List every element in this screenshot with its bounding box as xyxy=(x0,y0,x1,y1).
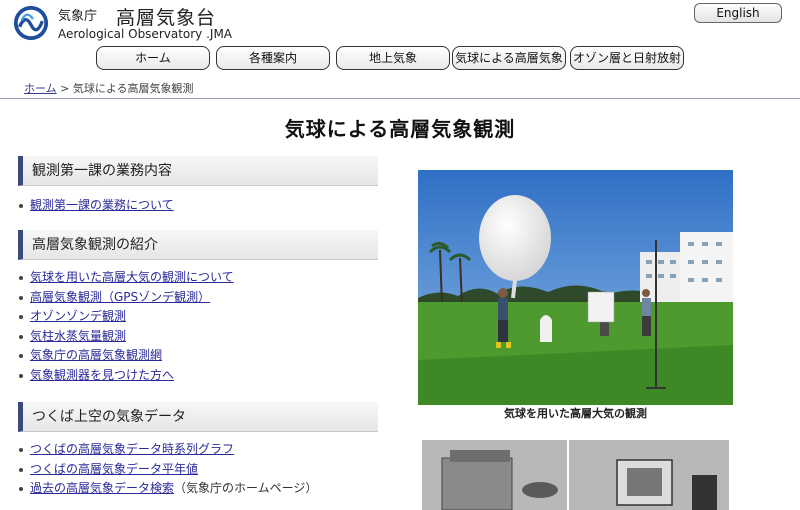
link-ozonesonde[interactable]: オゾンゾンデ観測 xyxy=(30,309,126,323)
list-item: 気柱水蒸気量観測 xyxy=(18,327,234,347)
site-title[interactable]: 高層気象台 xyxy=(116,3,216,30)
breadcrumb: ホーム > 気球による高層気象観測 xyxy=(24,80,194,96)
list-item: つくばの高層気象データ時系列グラフ xyxy=(18,440,317,460)
link-observation-network[interactable]: 気象庁の高層気象観測網 xyxy=(30,348,162,362)
link-timeseries-graph[interactable]: つくばの高層気象データ時系列グラフ xyxy=(30,442,234,456)
site-subtitle: Aerological Observatory .JMA xyxy=(58,27,233,41)
link-past-data-search[interactable]: 過去の高層気象データ検索 xyxy=(30,481,174,495)
page-title: 気球による高層気象観測 xyxy=(284,117,516,141)
nav-home-button[interactable]: ホーム xyxy=(96,46,210,70)
english-button[interactable]: English xyxy=(694,3,782,23)
section-links-aerology-intro: 気球を用いた高層大気の観測について 高層気象観測（GPSゾンデ観測） オゾンゾン… xyxy=(18,268,234,386)
external-note: （気象庁のホームページ） xyxy=(174,481,318,496)
link-gps-sonde[interactable]: 高層気象観測（GPSゾンデ観測） xyxy=(30,290,210,304)
nav-balloon-aerology-button[interactable]: 気球による高層気象 xyxy=(452,46,566,70)
agency-name: 気象庁 xyxy=(58,9,98,24)
balloon-launch-photo xyxy=(418,170,733,405)
link-found-instrument[interactable]: 気象観測器を見つけた方へ xyxy=(30,368,174,382)
section-heading-tsukuba-data: つくば上空の気象データ xyxy=(18,402,378,432)
list-item: 過去の高層気象データ検索（気象庁のホームページ） xyxy=(18,479,317,499)
section-heading-division-duties: 観測第一課の業務内容 xyxy=(18,156,378,186)
link-normals[interactable]: つくばの高層気象データ平年値 xyxy=(30,462,198,476)
link-water-vapor[interactable]: 気柱水蒸気量観測 xyxy=(30,329,126,343)
list-item: オゾンゾンデ観測 xyxy=(18,307,234,327)
breadcrumb-home-link[interactable]: ホーム xyxy=(24,82,57,95)
list-item: 気象観測器を見つけた方へ xyxy=(18,366,234,386)
list-item: 気球を用いた高層大気の観測について xyxy=(18,268,234,288)
photo-caption: 気球を用いた高層大気の観測 xyxy=(504,407,647,420)
link-balloon-observation[interactable]: 気球を用いた高層大気の観測について xyxy=(30,270,234,284)
instrument-photo xyxy=(422,440,729,510)
breadcrumb-separator: > xyxy=(60,82,70,95)
nav-ozone-radiation-button[interactable]: オゾン層と日射放射 xyxy=(570,46,684,70)
list-item: 観測第一課の業務について xyxy=(18,196,174,216)
list-item: 高層気象観測（GPSゾンデ観測） xyxy=(18,288,234,308)
list-item: つくばの高層気象データ平年値 xyxy=(18,460,317,480)
list-item: 気象庁の高層気象観測網 xyxy=(18,346,234,366)
header-divider xyxy=(0,98,800,99)
section-links-division-duties: 観測第一課の業務について xyxy=(18,196,174,216)
section-heading-aerology-intro: 高層気象観測の紹介 xyxy=(18,230,378,260)
breadcrumb-current: 気球による高層気象観測 xyxy=(72,82,194,95)
nav-guide-button[interactable]: 各種案内 xyxy=(216,46,330,70)
section-links-tsukuba-data: つくばの高層気象データ時系列グラフ つくばの高層気象データ平年値 過去の高層気象… xyxy=(18,440,317,499)
nav-surface-weather-button[interactable]: 地上気象 xyxy=(336,46,450,70)
jma-logo-icon[interactable] xyxy=(12,4,50,42)
link-division-duties[interactable]: 観測第一課の業務について xyxy=(30,198,174,212)
